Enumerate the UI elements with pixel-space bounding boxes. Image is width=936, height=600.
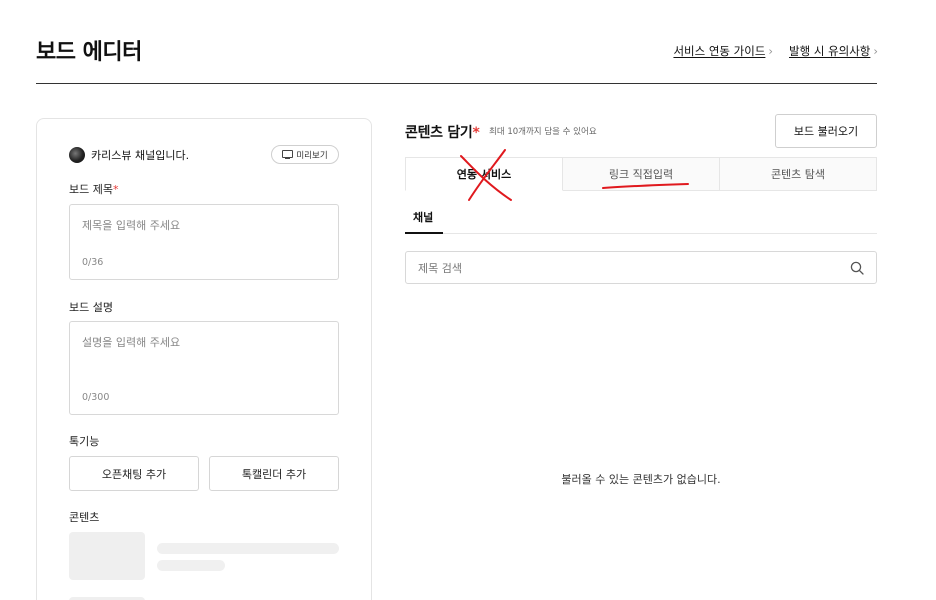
load-board-button[interactable]: 보드 불러오기 — [775, 114, 877, 148]
tab-linked-service-label: 연동 서비스 — [456, 168, 512, 181]
service-guide-label: 서비스 연동 가이드 — [673, 44, 766, 58]
required-mark: * — [112, 183, 119, 196]
board-desc-placeholder: 설명을 입력해 주세요 — [82, 336, 181, 349]
board-desc-char-count: 0/300 — [82, 392, 110, 403]
tab-direct-link[interactable]: 링크 직접입력 — [563, 157, 720, 191]
add-talk-calendar-button[interactable]: 톡캘린더 추가 — [209, 456, 339, 491]
subtab-active-indicator — [405, 232, 443, 234]
tab-content-explore-label: 콘텐츠 탐색 — [770, 168, 826, 181]
chevron-right-icon: › — [873, 44, 878, 58]
content-label: 콘텐츠 — [69, 511, 100, 524]
talk-feature-label: 톡기능 — [69, 435, 100, 448]
skeleton-thumbnail — [69, 532, 145, 580]
publish-notes-link[interactable]: 발행 시 유의사항 › — [789, 43, 878, 59]
skeleton-line — [157, 560, 225, 571]
board-title-input[interactable]: 제목을 입력해 주세요 0/36 — [69, 204, 339, 280]
preview-label: 미리보기 — [296, 150, 328, 161]
channel-info: 카리스뷰 채널입니다. — [69, 147, 189, 163]
board-title-label: 보드 제목* — [69, 181, 118, 197]
chevron-right-icon: › — [768, 44, 774, 58]
content-section-subtitle: 최대 10개까지 담을 수 있어요 — [489, 127, 597, 137]
add-open-chat-button[interactable]: 오픈채팅 추가 — [69, 456, 199, 491]
search-icon[interactable] — [850, 261, 864, 275]
board-settings-panel: 카리스뷰 채널입니다. 미리보기 보드 제목* 제목을 입력해 주세요 0/36… — [36, 118, 372, 600]
tab-linked-service[interactable]: 연동 서비스 — [405, 157, 563, 191]
board-desc-label: 보드 설명 — [69, 301, 113, 314]
empty-state-message: 불러올 수 있는 콘텐츠가 없습니다. — [561, 473, 721, 486]
board-desc-input[interactable]: 설명을 입력해 주세요 0/300 — [69, 321, 339, 415]
publish-notes-label: 발행 시 유의사항 — [789, 44, 871, 58]
board-title-char-count: 0/36 — [82, 257, 104, 268]
service-guide-link[interactable]: 서비스 연동 가이드 › — [673, 43, 773, 59]
channel-name: 카리스뷰 채널입니다. — [91, 149, 190, 162]
subtab-channel[interactable]: 채널 — [413, 209, 433, 225]
header-divider — [36, 83, 877, 84]
channel-avatar — [69, 147, 85, 163]
skeleton-line — [157, 543, 339, 554]
content-source-tabs: 연동 서비스 링크 직접입력 콘텐츠 탐색 — [405, 157, 877, 191]
content-section-title: 콘텐츠 담기* — [405, 122, 480, 142]
tab-content-explore[interactable]: 콘텐츠 탐색 — [720, 157, 877, 191]
monitor-icon — [282, 150, 294, 159]
subtab-divider — [405, 233, 877, 234]
content-search-input[interactable] — [418, 259, 838, 277]
content-search-box — [405, 251, 877, 284]
required-mark: * — [472, 125, 480, 141]
board-title-label-text: 보드 제목 — [69, 183, 113, 196]
header-links: 서비스 연동 가이드 › 발행 시 유의사항 › — [673, 43, 878, 59]
page-title: 보드 에디터 — [36, 40, 142, 65]
content-section-title-text: 콘텐츠 담기 — [405, 125, 473, 141]
board-title-placeholder: 제목을 입력해 주세요 — [82, 219, 181, 232]
tab-direct-link-label: 링크 직접입력 — [608, 168, 674, 181]
preview-button[interactable]: 미리보기 — [271, 145, 339, 164]
